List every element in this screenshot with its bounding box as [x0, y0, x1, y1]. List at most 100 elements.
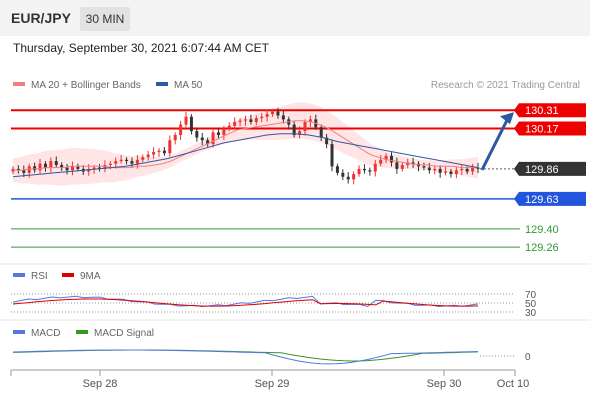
candle-body [125, 159, 129, 162]
level-label-target: 129.40 [525, 224, 559, 236]
candle-body [152, 151, 156, 155]
candle-body [238, 120, 242, 122]
candle-body [130, 161, 134, 164]
candle-body [395, 162, 399, 169]
candle-body [379, 159, 383, 164]
candle-body [389, 155, 393, 163]
legend-macd: MACD [13, 328, 60, 339]
candle-body [444, 171, 448, 173]
candle-body [265, 114, 269, 117]
rsi-level-label: 30 [525, 308, 537, 319]
candle-body [227, 125, 231, 129]
candle-body [373, 163, 377, 172]
macd-zero-label: 0 [525, 352, 531, 363]
legend-rsi-label: RSI [31, 271, 48, 282]
candle-body [22, 170, 26, 173]
candle-body [108, 163, 112, 165]
candle-body [244, 119, 247, 121]
candle-body [465, 168, 469, 172]
level-tag-support: 129.63 [514, 191, 586, 206]
candle-body [222, 128, 226, 135]
candle-body [119, 159, 123, 162]
candle-body [211, 132, 215, 145]
candle-body [168, 140, 172, 154]
candle-body [281, 115, 285, 120]
candle-body [216, 132, 220, 135]
x-tick-label: Sep 29 [255, 378, 290, 390]
candle-body [200, 137, 204, 141]
legend-macd-swatch [13, 330, 25, 335]
candle-body [38, 163, 42, 171]
candle-body [114, 161, 118, 164]
candle-body [179, 124, 183, 135]
legend-macd-signal: MACD Signal [76, 328, 154, 339]
legend-macd-signal-label: MACD Signal [94, 328, 155, 339]
candle-body [49, 161, 53, 168]
candle-body [70, 166, 74, 171]
level-tag-resistance: 130.17 [514, 121, 586, 136]
candle-body [260, 116, 264, 119]
candle-body [65, 167, 69, 171]
legend-9ma-label: 9MA [80, 271, 101, 282]
level-tag-current: 129.86 [514, 161, 586, 176]
level-label-resistance: 130.17 [525, 123, 559, 135]
candle-body [449, 171, 453, 175]
forecast-arrow-shaft [480, 117, 510, 171]
chart-canvas: 130.31130.17129.86129.63129.40129.267050… [0, 102, 590, 390]
candle-body [233, 121, 237, 126]
legend-rsi: RSI [13, 271, 48, 282]
candle-body [352, 174, 356, 180]
candle-body [362, 168, 366, 171]
legend-macd-signal-swatch [76, 330, 88, 335]
level-tag-resistance: 130.31 [514, 103, 586, 118]
candle-body [254, 118, 258, 122]
legend-ma50-swatch [156, 82, 168, 87]
candle-body [184, 116, 188, 125]
legend-ma50: MA 50 [156, 80, 202, 91]
candle-body [438, 168, 442, 173]
x-tick-label: Sep 30 [427, 378, 462, 390]
candle-body [433, 168, 437, 171]
x-tick-label: Sep 28 [83, 378, 118, 390]
legend-9ma-swatch [62, 273, 74, 278]
candle-body [400, 165, 404, 169]
candle-body [173, 135, 177, 141]
candle-body [276, 111, 280, 116]
candle-body [422, 166, 426, 168]
candle-body [189, 116, 193, 132]
candle-body [454, 170, 458, 175]
candle-body [162, 150, 166, 154]
level-label-current: 129.86 [525, 164, 559, 176]
legend-ma50-label: MA 50 [174, 80, 203, 91]
candle-body [368, 170, 372, 172]
level-label-resistance: 130.31 [525, 105, 559, 117]
candle-body [141, 157, 145, 160]
candle-body [43, 163, 47, 168]
candle-body [195, 131, 199, 138]
legend-rsi-swatch [13, 273, 25, 278]
legend-rsi-9ma: 9MA [62, 271, 101, 282]
macd-signal-line [12, 349, 479, 362]
candle-body [157, 150, 161, 152]
candle-body [427, 167, 431, 171]
candle-body [146, 154, 150, 158]
x-tick-label: Oct 10 [497, 378, 529, 390]
level-label-target: 129.26 [525, 242, 559, 254]
candle-body [303, 121, 307, 132]
candle-body [54, 161, 58, 165]
level-label-support: 129.63 [525, 194, 559, 206]
legend-macd-label: MACD [31, 328, 61, 339]
candle-body [271, 111, 275, 115]
candle-body [135, 159, 139, 164]
candle-body [335, 166, 339, 173]
candle-body [357, 168, 361, 175]
candle-body [33, 166, 37, 171]
macd-line [12, 349, 479, 365]
candle-body [471, 167, 475, 172]
candle-body [330, 144, 334, 167]
candle-body [341, 172, 345, 177]
legend-ma20-label: MA 20 + Bollinger Bands [31, 80, 141, 91]
candle-body [346, 176, 350, 180]
copyright: Research © 2021 Trading Central [430, 80, 580, 91]
legend-ma20-swatch [13, 82, 25, 87]
